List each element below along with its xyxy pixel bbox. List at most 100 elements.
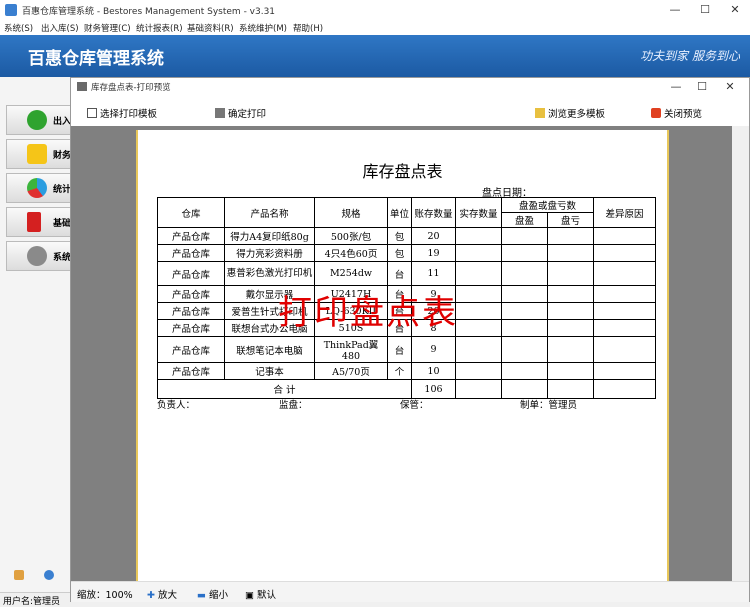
col-spec: 规格 xyxy=(314,197,388,228)
zoom-in-button[interactable]: ✚ 放大 xyxy=(147,587,177,601)
cell-product: 联想笔记本电脑 xyxy=(224,336,315,363)
cell-spec: 500张/包 xyxy=(314,227,388,245)
menu-reports[interactable]: 统计报表(R) xyxy=(136,22,183,34)
col-book-qty: 账存数量 xyxy=(411,197,456,228)
footer-keeper: 保管： xyxy=(400,400,429,411)
printer-icon xyxy=(77,82,87,91)
cell-unit: 包 xyxy=(387,227,412,245)
zoom-out-button[interactable]: ▬ 缩小 xyxy=(197,587,228,601)
sidebar-item-system[interactable]: 系统 xyxy=(6,241,71,271)
table-row: 产品仓库 得力A4复印纸80g 500张/包包 20 xyxy=(157,227,656,245)
gear-icon xyxy=(27,246,47,266)
report-title: 库存盘点表 xyxy=(362,162,443,181)
folder-icon xyxy=(535,108,545,118)
preview-toolbar: 选择打印模板 确定打印 浏览更多模板 关闭预览 xyxy=(71,98,749,124)
dialog-close-button[interactable]: ✕ xyxy=(715,79,745,95)
zoom-default-button[interactable]: ▣ 默认 xyxy=(245,587,276,601)
menu-basic[interactable]: 基础资料(R) xyxy=(187,22,234,34)
sidebar-item-label: 出入 xyxy=(53,117,72,127)
cell-warehouse: 产品仓库 xyxy=(157,285,225,303)
sidebar-item-finance[interactable]: 财务 xyxy=(6,139,71,169)
cell-warehouse: 产品仓库 xyxy=(157,362,225,380)
sidebar-item-stats[interactable]: 统计 xyxy=(6,173,71,203)
browse-templates-button[interactable]: 浏览更多模板 xyxy=(535,106,605,120)
report-page: 库存盘点表 盘点日期： 仓库 产品名称 规格 单位 账存数量 实存数量 盘盈或盘… xyxy=(136,130,669,581)
pie-icon xyxy=(27,178,47,198)
close-preview-label: 关闭预览 xyxy=(664,109,703,120)
minus-icon: ▬ xyxy=(197,590,206,601)
footer-supervisor: 监盘： xyxy=(279,400,308,411)
maximize-button[interactable]: ☐ xyxy=(690,2,720,18)
total-label: 合 计 xyxy=(157,379,412,399)
cell-unit: 个 xyxy=(387,362,412,380)
dialog-maximize-button[interactable]: ☐ xyxy=(687,79,717,95)
table-row: 产品仓库 惠普彩色激光打印机 M254dw 台 11 xyxy=(157,261,656,286)
header-row: 仓库 产品名称 规格 单位 账存数量 实存数量 盘盈或盘亏数 差异原因 xyxy=(157,197,656,228)
confirm-print-button[interactable]: 确定打印 xyxy=(215,106,266,120)
close-button[interactable]: ✕ xyxy=(720,2,750,18)
user-name: 用户名:管理员 xyxy=(3,597,61,607)
vertical-scrollbar[interactable] xyxy=(732,126,749,581)
menu-bar: 系统(S) 出入库(S) 财务管理(C) 统计报表(R) 基础资料(R) 系统维… xyxy=(0,20,750,35)
menu-finance[interactable]: 财务管理(C) xyxy=(84,22,131,34)
menu-inout[interactable]: 出入库(S) xyxy=(41,22,79,34)
check-icon xyxy=(27,110,47,130)
col-product: 产品名称 xyxy=(224,197,315,228)
footer-maker: 制单：管理员 xyxy=(520,400,578,411)
select-template-label: 选择打印模板 xyxy=(100,109,158,120)
sidebar-item-label: 系统 xyxy=(53,253,72,263)
reset-icon: ▣ xyxy=(245,590,254,601)
zoom-in-label: 放大 xyxy=(158,590,178,601)
footer-manager: 负责人： xyxy=(157,400,196,411)
title-bar: 百惠仓库管理系统 - Bestores Management System - … xyxy=(0,0,750,20)
cell-warehouse: 产品仓库 xyxy=(157,261,225,286)
cell-unit: 台 xyxy=(387,261,412,286)
col-reason: 差异原因 xyxy=(593,197,656,228)
sidebar-item-basic[interactable]: 基础 xyxy=(6,207,71,237)
dialog-title-bar: 库存盘点表-打印预览 — ☐ ✕ xyxy=(71,78,749,96)
cell-unit: 台 xyxy=(387,336,412,363)
menu-maintenance[interactable]: 系统维护(M) xyxy=(239,22,287,34)
info-icon[interactable] xyxy=(44,570,54,580)
notify-icon[interactable] xyxy=(14,570,24,580)
col-diff: 盘盈或盘亏数 xyxy=(501,197,594,213)
print-preview-dialog: 库存盘点表-打印预览 — ☐ ✕ 选择打印模板 确定打印 浏览更多模板 关闭预览… xyxy=(70,77,750,602)
cell-warehouse: 产品仓库 xyxy=(157,319,225,337)
zoom-bar: 缩放：100% ✚ 放大 ▬ 缩小 ▣ 默认 xyxy=(71,581,749,602)
cell-warehouse: 产品仓库 xyxy=(157,244,225,262)
table-row: 产品仓库 得力亮彩资料册 4只4色60页包 19 xyxy=(157,244,656,262)
cell-spec: M254dw xyxy=(314,261,388,286)
app-header: 百惠仓库管理系统 功夫到家 服务到心 xyxy=(0,35,750,77)
cell-book-qty: 20 xyxy=(411,227,456,245)
select-template-button[interactable]: 选择打印模板 xyxy=(87,106,157,120)
table-row: 产品仓库 联想笔记本电脑 ThinkPad翼480 台 9 xyxy=(157,336,656,363)
table-row: 产品仓库 记事本 A5/70页个 10 xyxy=(157,362,656,380)
menu-help[interactable]: 帮助(H) xyxy=(293,22,323,34)
sidebar-item-label: 统计 xyxy=(53,185,72,195)
minimize-button[interactable]: — xyxy=(660,2,690,18)
window-title: 百惠仓库管理系统 - Bestores Management System - … xyxy=(22,7,276,17)
sidebar-item-label: 基础 xyxy=(53,219,72,229)
zoom-out-label: 缩小 xyxy=(209,590,229,601)
sidebar: 出入 财务 统计 基础 系统 xyxy=(0,77,71,592)
cell-book-qty: 19 xyxy=(411,244,456,262)
cell-unit: 包 xyxy=(387,244,412,262)
close-preview-button[interactable]: 关闭预览 xyxy=(651,106,702,120)
cell-product: 得力亮彩资料册 xyxy=(224,244,315,262)
cell-warehouse: 产品仓库 xyxy=(157,302,225,320)
cell-spec: A5/70页 xyxy=(314,362,388,380)
menu-system[interactable]: 系统(S) xyxy=(4,22,33,34)
printer-icon xyxy=(215,108,225,118)
col-loss: 盘亏 xyxy=(547,212,594,228)
cell-product: 记事本 xyxy=(224,362,315,380)
sidebar-item-inout[interactable]: 出入 xyxy=(6,105,71,135)
total-value: 106 xyxy=(411,379,456,399)
zoom-level: 缩放：100% xyxy=(77,590,133,601)
cell-product: 惠普彩色激光打印机 xyxy=(224,261,315,286)
sidebar-item-label: 财务 xyxy=(53,151,72,161)
preview-canvas[interactable]: 库存盘点表 盘点日期： 仓库 产品名称 规格 单位 账存数量 实存数量 盘盈或盘… xyxy=(71,126,749,581)
cell-product: 得力A4复印纸80g xyxy=(224,227,315,245)
browse-templates-label: 浏览更多模板 xyxy=(548,109,606,120)
col-gain: 盘盈 xyxy=(501,212,548,228)
dialog-title: 库存盘点表-打印预览 xyxy=(91,83,171,93)
